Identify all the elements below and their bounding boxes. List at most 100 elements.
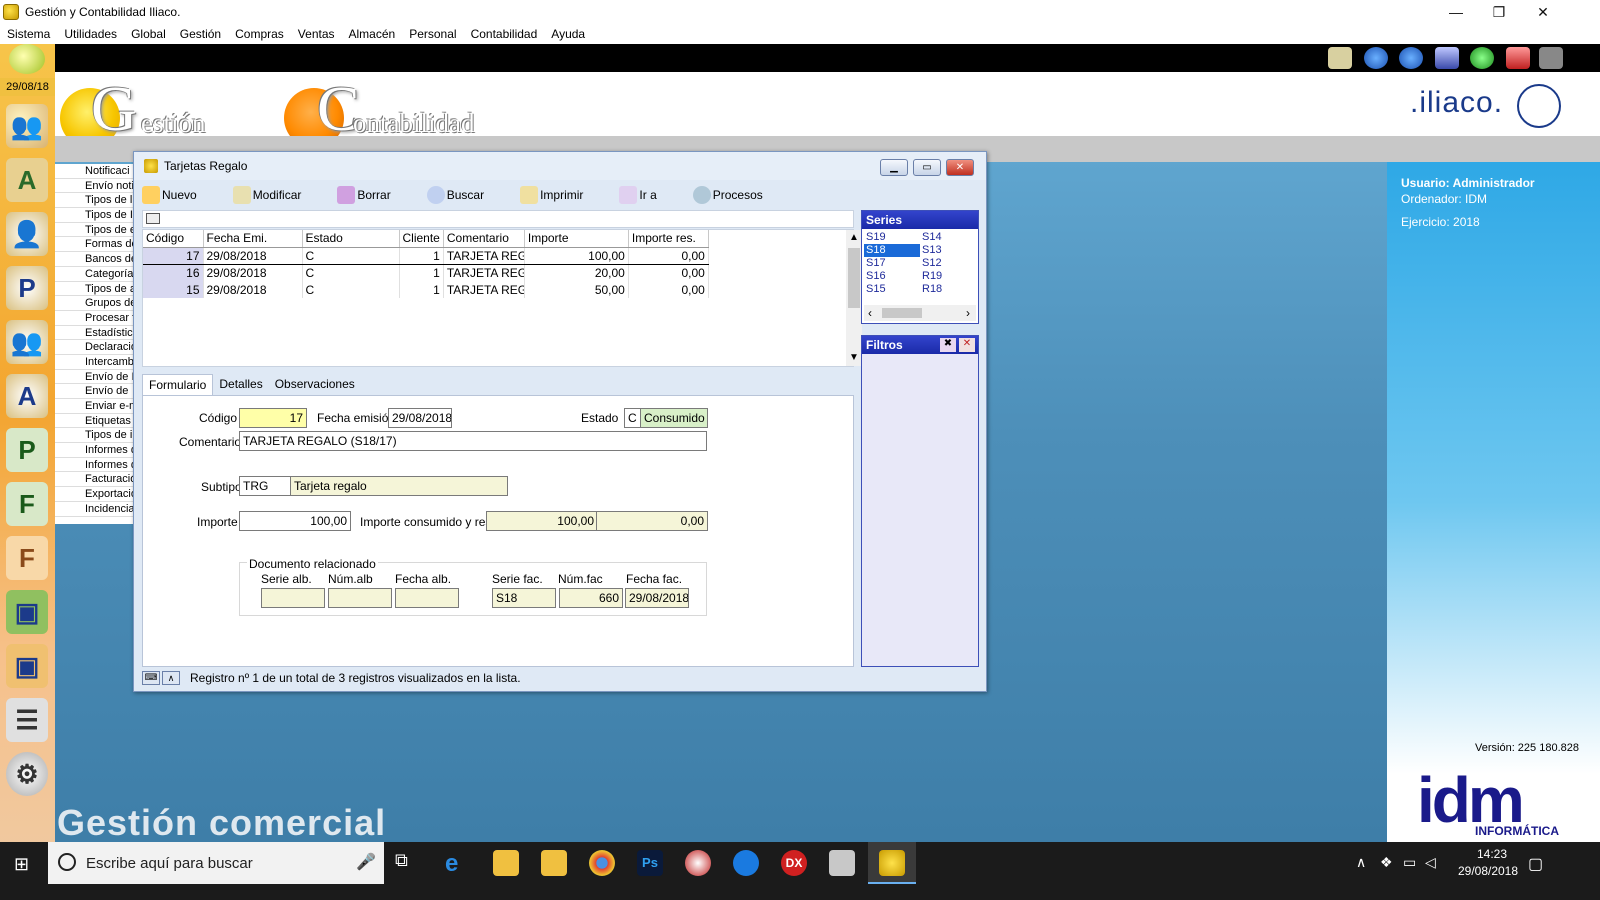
modificar-button[interactable]: Modificar — [232, 186, 301, 204]
clock-date[interactable]: 29/08/2018 — [1450, 864, 1526, 878]
col-comentario[interactable]: Comentario — [443, 230, 525, 248]
list-item[interactable]: Facturació — [55, 472, 133, 488]
series-item[interactable]: S12 — [920, 257, 976, 270]
series-item[interactable]: S14 — [920, 231, 976, 244]
list-item[interactable]: Enviar e-m — [55, 399, 133, 414]
scroll-left-icon[interactable]: ‹ — [868, 306, 872, 320]
tab-detalles[interactable]: Detalles — [213, 374, 268, 396]
series-scroll-thumb[interactable] — [882, 308, 922, 318]
series-item[interactable]: S19 — [864, 231, 920, 244]
procesos-button[interactable]: Procesos — [692, 186, 763, 204]
list-item[interactable]: Formas de — [55, 237, 133, 253]
chevron-up-icon[interactable]: ∧ — [162, 671, 180, 685]
list-item[interactable]: Bancos de — [55, 252, 133, 267]
list-item[interactable]: Estadístic — [55, 326, 133, 341]
minimize-button[interactable]: — — [1433, 0, 1479, 24]
list-item[interactable]: Intercambi — [55, 355, 133, 370]
home-logo-icon[interactable] — [9, 44, 45, 74]
dialog-minimize-button[interactable]: ▁ — [880, 159, 908, 176]
windows-start-icon[interactable]: ⊞ — [14, 854, 29, 875]
help-icon[interactable] — [1470, 47, 1494, 69]
list-item[interactable]: Tipos de ir — [55, 428, 133, 444]
file-explorer-icon[interactable] — [541, 850, 567, 876]
series-hscrollbar[interactable]: ‹ › — [864, 305, 976, 321]
list-item[interactable]: Envío noti — [55, 179, 133, 194]
clock-time[interactable]: 14:23 — [1458, 847, 1526, 861]
teamviewer-icon[interactable] — [733, 850, 759, 876]
iliaco-taskbar-icon[interactable] — [829, 850, 855, 876]
box-icon[interactable]: ▣ — [6, 590, 48, 634]
grid-scrollbar[interactable]: ▲ ▼ — [846, 230, 862, 366]
filter-close-icon[interactable]: ✕ — [959, 338, 975, 352]
list-item[interactable]: Notificaci — [55, 164, 133, 179]
ir-a-button[interactable]: Ir a — [619, 186, 657, 204]
imprimir-button[interactable]: Imprimir — [520, 186, 583, 204]
tab-observaciones[interactable]: Observaciones — [269, 374, 361, 396]
subtipo-code-field[interactable]: TRG — [239, 476, 291, 496]
fc-doc-icon[interactable]: F — [6, 536, 48, 580]
list-item[interactable]: Declaracio — [55, 340, 133, 355]
menu-ayuda[interactable]: Ayuda — [551, 27, 585, 41]
menu-compras[interactable]: Compras — [235, 27, 284, 41]
clients-icon[interactable]: 👥 — [6, 104, 48, 148]
scroll-up-icon[interactable]: ▲ — [849, 232, 859, 243]
chrome-icon[interactable] — [589, 850, 615, 876]
serie-alb-field[interactable] — [261, 588, 325, 608]
close-window-icon[interactable] — [1506, 47, 1530, 69]
col-importe[interactable]: Importe — [524, 230, 629, 248]
tab-formulario[interactable]: Formulario — [142, 374, 214, 396]
list-item[interactable]: Tipos de a — [55, 282, 133, 297]
list-item[interactable]: Categorías — [55, 267, 133, 282]
notifications-icon[interactable]: ▢ — [1528, 854, 1543, 874]
restore-button[interactable]: ❐ — [1476, 0, 1522, 24]
package-icon[interactable]: ▣ — [6, 644, 48, 688]
purchase-doc-icon[interactable]: P — [6, 428, 48, 472]
supplier-icon[interactable]: P — [6, 266, 48, 310]
menu-ventas[interactable]: Ventas — [298, 27, 335, 41]
dialog-maximize-button[interactable]: ▭ — [913, 159, 941, 176]
importe-field[interactable]: 100,00 — [239, 511, 351, 531]
app-red-icon[interactable] — [685, 850, 711, 876]
dialog-close-button[interactable]: ✕ — [946, 159, 974, 176]
col-importe-res[interactable]: Importe res. — [628, 230, 709, 248]
contacts-icon[interactable]: 👥 — [6, 320, 48, 364]
tools-icon[interactable]: ⚙ — [6, 752, 48, 796]
filter-clear-icon[interactable]: ✖ — [940, 338, 956, 352]
invoice-doc-icon[interactable]: F — [6, 482, 48, 526]
photoshop-icon[interactable]: Ps — [637, 850, 663, 876]
list-item[interactable]: Informes d — [55, 443, 133, 458]
fecha-alb-field[interactable] — [395, 588, 459, 608]
dropbox-icon[interactable]: ❖ — [1380, 854, 1393, 871]
agents-icon[interactable]: A — [6, 374, 48, 418]
table-row[interactable]: 16 29/08/2018 C 1 TARJETA REGA 20,00 0,0… — [143, 264, 709, 281]
list-item[interactable]: Informes d — [55, 458, 133, 473]
menu-contabilidad[interactable]: Contabilidad — [471, 27, 538, 41]
agenda-icon[interactable]: A — [6, 158, 48, 202]
series-item[interactable]: S16 — [864, 270, 920, 283]
taskbar-search-input[interactable]: Escribe aquí para buscar 🎤 — [48, 842, 384, 884]
mail-app-icon[interactable] — [493, 850, 519, 876]
table-row[interactable]: 15 29/08/2018 C 1 TARJETA REGA 50,00 0,0… — [143, 281, 709, 298]
mail-icon[interactable] — [1328, 47, 1352, 69]
ledger-icon[interactable]: ☰ — [6, 698, 48, 742]
list-item[interactable]: Exportació — [55, 487, 133, 502]
series-item[interactable]: S17 — [864, 257, 920, 270]
microphone-icon[interactable]: 🎤 — [356, 852, 376, 872]
window-list-icon[interactable] — [1435, 47, 1459, 69]
list-item[interactable]: Incidencia — [55, 502, 133, 517]
num-alb-field[interactable] — [328, 588, 392, 608]
series-item[interactable]: S15 — [864, 283, 920, 296]
menu-personal[interactable]: Personal — [409, 27, 456, 41]
comentario-field[interactable]: TARJETA REGALO (S18/17) — [239, 431, 707, 451]
col-fecha[interactable]: Fecha Emi. — [203, 230, 303, 248]
edge-icon[interactable]: e — [445, 850, 471, 877]
series-item[interactable]: R18 — [920, 283, 976, 296]
list-item[interactable]: Envío de I — [55, 370, 133, 385]
task-view-icon[interactable]: ⧉ — [395, 850, 421, 876]
col-estado[interactable]: Estado — [302, 230, 400, 248]
tray-chevron-icon[interactable]: ∧ — [1356, 854, 1366, 871]
nav-keyboard-icon[interactable]: ⌨ — [142, 671, 160, 685]
network-icon[interactable]: ▭ — [1403, 854, 1416, 871]
codigo-field[interactable]: 17 — [239, 408, 307, 428]
serie-fac-field[interactable]: S18 — [492, 588, 556, 608]
